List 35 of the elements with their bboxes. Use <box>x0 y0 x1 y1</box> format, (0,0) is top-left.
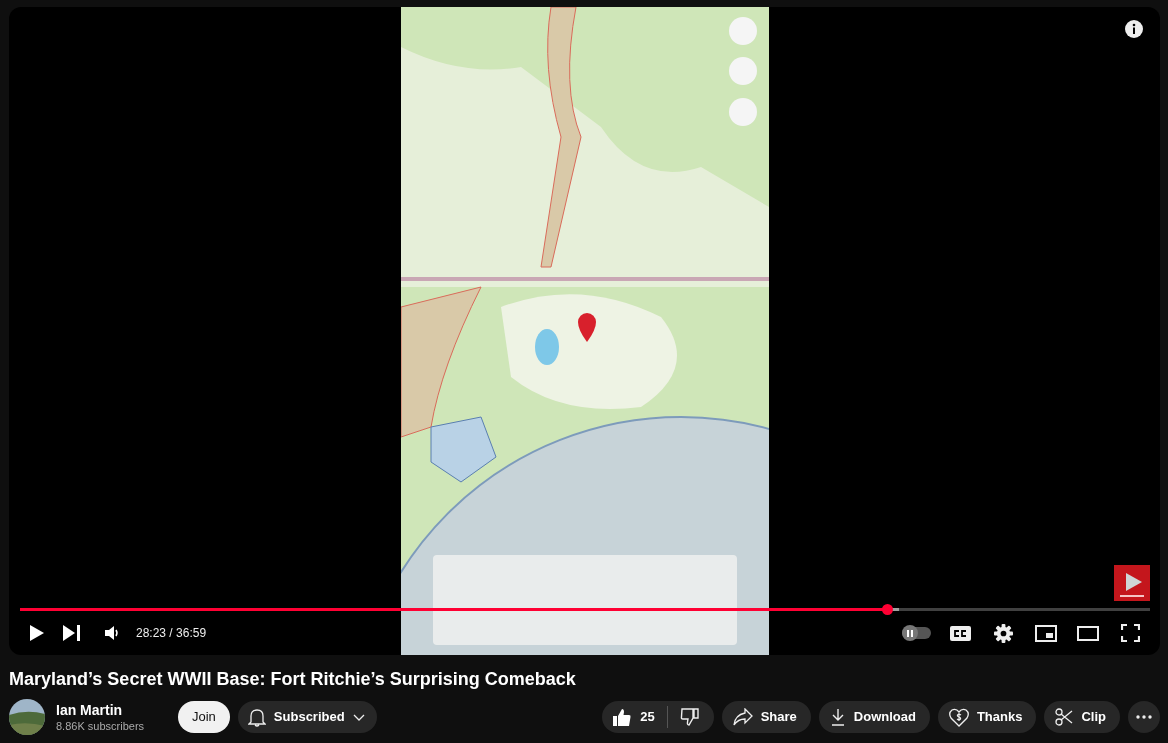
subscriber-count: 8.86K subscribers <box>56 719 146 733</box>
download-icon <box>829 708 846 726</box>
scissors-icon <box>1055 708 1074 726</box>
heart-dollar-icon <box>948 707 969 727</box>
more-icon <box>1136 715 1152 719</box>
next-icon[interactable] <box>63 625 80 641</box>
more-button[interactable] <box>1128 701 1160 733</box>
thumbs-up-icon <box>612 707 633 727</box>
chevron-down-icon <box>352 713 365 721</box>
time-display: 28:23 / 36:59 <box>136 625 207 642</box>
scrubber-handle[interactable] <box>881 604 893 615</box>
info-icon[interactable] <box>1125 20 1143 38</box>
video-player[interactable]: 28:23 / 36:59 <box>9 7 1160 655</box>
clip-button[interactable]: Clip <box>1044 701 1120 733</box>
miniplayer-icon[interactable] <box>1035 624 1057 642</box>
share-icon <box>732 708 753 726</box>
theater-mode-icon[interactable] <box>1077 625 1099 641</box>
bell-icon <box>247 707 266 727</box>
download-button[interactable]: Download <box>818 701 930 733</box>
video-title: Maryland’s Secret WWII Base: Fort Ritchie’s Surprising Comeback <box>9 668 577 691</box>
share-button[interactable]: Share <box>721 701 811 733</box>
subscribed-button[interactable]: Subscribed <box>237 701 377 733</box>
fullscreen-icon[interactable] <box>1121 624 1140 642</box>
volume-icon[interactable] <box>105 626 119 640</box>
play-icon[interactable] <box>29 624 45 642</box>
thumbs-down-icon <box>679 707 700 727</box>
like-button[interactable]: 25 <box>602 701 667 733</box>
channel-avatar[interactable] <box>9 699 45 735</box>
autoplay-toggle[interactable] <box>902 627 931 639</box>
settings-icon[interactable] <box>994 623 1013 643</box>
channel-name[interactable]: Ian Martin <box>56 701 157 719</box>
channel-watermark-icon[interactable] <box>1114 565 1150 601</box>
join-button[interactable]: Join <box>178 701 230 733</box>
thanks-button[interactable]: Thanks <box>937 701 1037 733</box>
captions-icon[interactable] <box>950 625 971 641</box>
